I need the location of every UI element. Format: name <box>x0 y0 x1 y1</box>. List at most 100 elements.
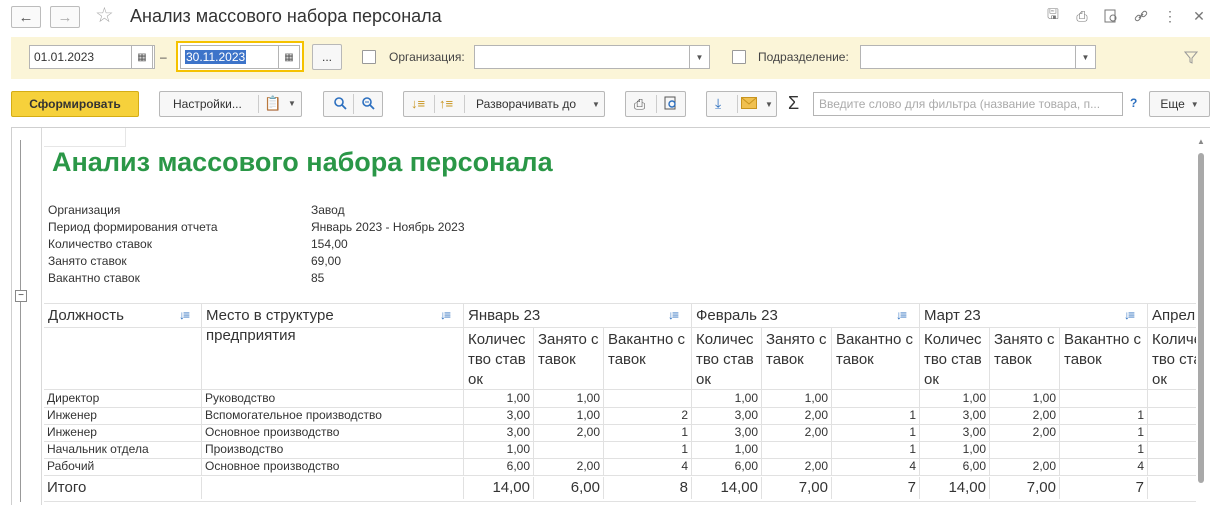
table-cell-empty <box>1148 407 1196 424</box>
generate-button[interactable]: Сформировать <box>11 91 139 117</box>
print-icon[interactable]: ⎙ <box>634 96 645 113</box>
table-cell-value: 4 <box>1060 458 1148 475</box>
department-select[interactable] <box>860 45 1096 69</box>
find-next-icon[interactable] <box>361 96 375 113</box>
meta-label: Количество ставок <box>48 237 152 251</box>
separator <box>353 94 354 114</box>
more-button[interactable]: Еще ▼ <box>1149 91 1210 117</box>
table-cell-value <box>832 390 920 407</box>
close-icon[interactable]: ✕ <box>1189 6 1209 26</box>
print-icon[interactable]: ⎙ <box>1072 6 1092 26</box>
table-cell-empty <box>1148 390 1196 407</box>
table-cell-value: 1 <box>1060 441 1148 458</box>
table-cell-value: 3,00 <box>464 407 534 424</box>
cell-marker <box>44 128 126 147</box>
forward-button[interactable]: → <box>50 6 80 28</box>
table-row-position: Начальник отдела <box>44 441 202 458</box>
table-cell-value: 1 <box>1060 424 1148 441</box>
vertical-scrollbar[interactable]: ▲ <box>1196 135 1206 505</box>
chevron-down-icon[interactable]: ▼ <box>1075 45 1095 69</box>
collapse-all-icon[interactable]: ↓≡ <box>411 96 425 111</box>
meta-value: 154,00 <box>311 237 348 251</box>
window-title: Анализ массового набора персонала <box>130 6 442 26</box>
expand-all-icon[interactable]: ↑≡ <box>439 96 453 111</box>
subheader-cell: Занято ставок <box>990 327 1060 389</box>
table-cell-value: 1 <box>604 441 692 458</box>
help-icon[interactable]: ? <box>1130 96 1137 110</box>
month-header: Апрель 23 <box>1148 303 1196 327</box>
scroll-up-icon[interactable]: ▲ <box>1197 137 1205 146</box>
total-value: 7 <box>1060 477 1148 499</box>
table-cell-value: 2,00 <box>534 424 604 441</box>
table-row-place: Основное производство <box>202 424 464 441</box>
find-icon[interactable] <box>333 96 347 113</box>
calendar-icon[interactable]: ▦ <box>278 45 300 69</box>
meta-label: Организация <box>48 203 121 217</box>
sort-icon[interactable]: ↓≡ <box>440 308 451 322</box>
sort-icon[interactable]: ↓≡ <box>179 308 190 322</box>
table-cell-value: 1,00 <box>692 390 762 407</box>
organization-checkbox[interactable] <box>362 50 376 64</box>
subheader-cell: Количество ставок <box>1148 327 1196 389</box>
outline-gutter <box>10 128 42 505</box>
back-button[interactable]: ← <box>11 6 41 28</box>
organization-select[interactable] <box>474 45 710 69</box>
chevron-down-icon[interactable]: ▼ <box>592 100 600 109</box>
month-header: Февраль 23 <box>692 303 920 327</box>
total-value: 14,00 <box>464 477 534 499</box>
table-cell-value: 2,00 <box>990 424 1060 441</box>
sort-icon[interactable]: ↓≡ <box>896 308 907 322</box>
period-choice-button[interactable]: ... <box>312 44 342 70</box>
kebab-menu-icon[interactable]: ⋮ <box>1160 6 1180 26</box>
table-row-place: Основное производство <box>202 458 464 475</box>
month-header-divider <box>44 327 1196 328</box>
table-cell-value: 3,00 <box>692 407 762 424</box>
separator <box>434 95 435 113</box>
sort-icon[interactable]: ↓≡ <box>668 308 679 322</box>
preview-icon[interactable] <box>1101 6 1121 26</box>
clipboard-icon[interactable]: 📋 <box>264 95 281 112</box>
total-value: 7,00 <box>990 477 1060 499</box>
table-cell-value: 1,00 <box>920 390 990 407</box>
separator <box>258 95 259 113</box>
total-value: 14,00 <box>692 477 762 499</box>
chevron-down-icon[interactable]: ▼ <box>288 99 296 108</box>
sort-icon[interactable]: ↓≡ <box>1124 308 1135 322</box>
total-value: 6,00 <box>534 477 604 499</box>
month-header: Январь 23 <box>464 303 692 327</box>
subheader-cell: Вакантно ставок <box>1060 327 1148 389</box>
table-cell-value: 3,00 <box>920 407 990 424</box>
expand-to-label[interactable]: Разворачивать до <box>476 97 576 111</box>
department-checkbox[interactable] <box>732 50 746 64</box>
email-icon[interactable] <box>741 97 757 112</box>
search-input[interactable]: Введите слово для фильтра (название това… <box>813 92 1123 116</box>
collapse-group-icon[interactable]: − <box>15 290 27 302</box>
table-cell-value <box>762 441 832 458</box>
filter-funnel-icon[interactable] <box>1181 47 1201 67</box>
chevron-down-icon[interactable]: ▼ <box>765 100 773 109</box>
sum-icon[interactable]: Σ <box>788 93 799 114</box>
table-cell-value: 1,00 <box>464 441 534 458</box>
report-table: Должность ↓≡ Место в структуре предприятия… <box>44 303 1196 503</box>
table-cell-value <box>990 441 1060 458</box>
chevron-down-icon[interactable]: ▼ <box>689 45 709 69</box>
table-cell-value: 1 <box>832 424 920 441</box>
table-cell-value: 1,00 <box>534 390 604 407</box>
save-icon[interactable]: 🖫 <box>1043 6 1063 26</box>
calendar-icon[interactable]: ▦ <box>131 45 153 69</box>
row-divider <box>44 475 1196 476</box>
date-to-value: 30.11.2023 <box>185 50 247 64</box>
total-value: 7 <box>832 477 920 499</box>
download-icon[interactable]: ⤓ <box>715 95 721 112</box>
print-preview-icon[interactable] <box>664 96 678 113</box>
meta-value: Завод <box>311 203 345 217</box>
meta-label: Вакантно ставок <box>48 271 140 285</box>
favorite-star-icon[interactable]: ☆ <box>95 3 114 28</box>
settings-button[interactable]: Настройки... 📋 ▼ <box>159 91 302 117</box>
print-buttons-group: ⎙ <box>625 91 686 117</box>
link-icon[interactable] <box>1131 6 1151 26</box>
scroll-thumb[interactable] <box>1198 153 1204 483</box>
table-cell-value: 1 <box>832 407 920 424</box>
separator <box>656 95 657 113</box>
table-cell-value: 2,00 <box>762 424 832 441</box>
